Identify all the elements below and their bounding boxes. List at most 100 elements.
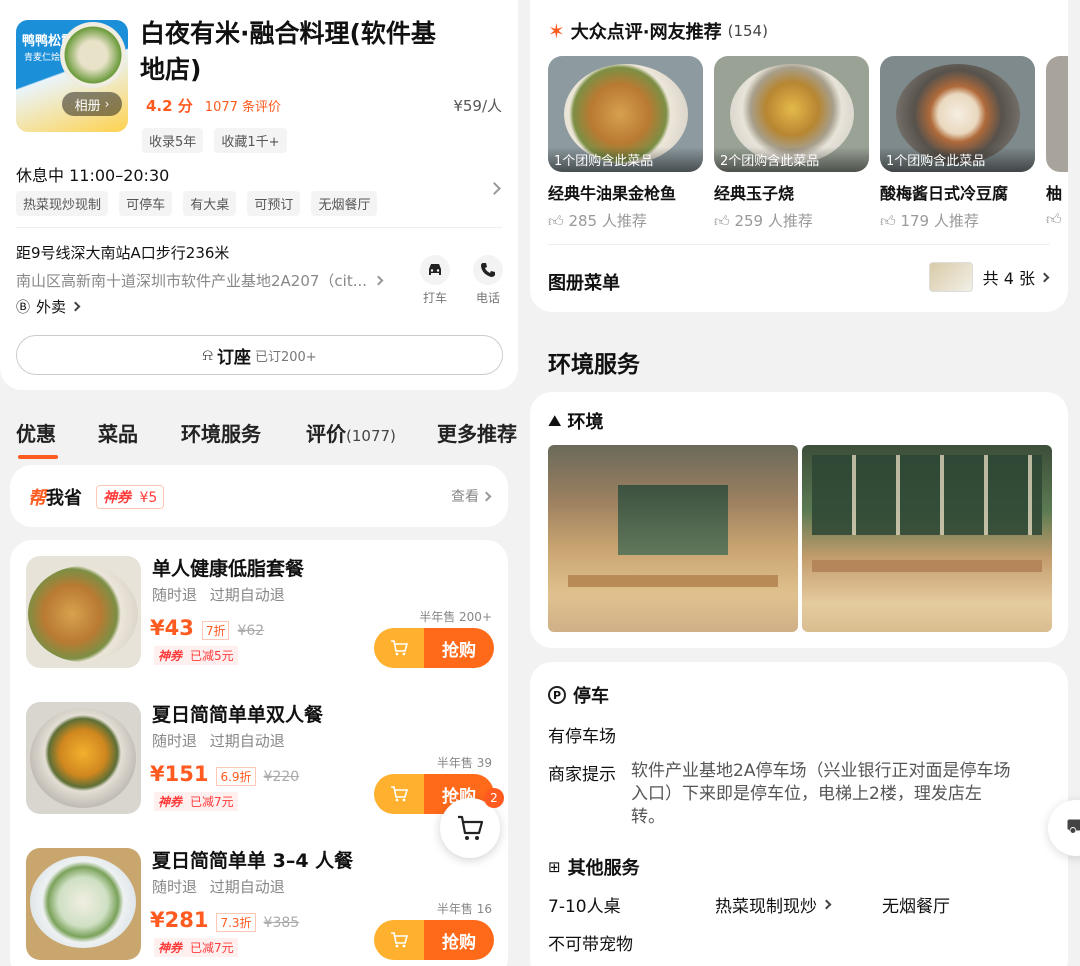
recommended-dish[interactable]: 柚 👍︎ (1046, 56, 1068, 229)
distance-info: 距9号线深大南站A口步行236米 (16, 244, 230, 262)
deal-image (26, 848, 141, 960)
other-services-label: ⊞ 其他服务 (548, 858, 640, 879)
floating-cart-button[interactable]: 2 (440, 788, 504, 858)
feature-tag: 可停车 (119, 191, 173, 216)
recommend-card: ✶ 大众点评·网友推荐 (154) 1个团购含此菜品 经典牛油果金枪鱼 👍︎ 2… (530, 0, 1068, 312)
dish-image: 1个团购含此菜品 (548, 56, 703, 172)
seat-icon: ⍾ (202, 345, 213, 364)
dish-likes: 👍︎ 285 人推荐 (548, 212, 647, 230)
dish-likes: 👍︎ 179 人推荐 (880, 212, 979, 230)
book-seat-button[interactable]: ⍾ 订座 已订200+ (16, 335, 503, 375)
chevron-right-icon[interactable] (488, 182, 501, 195)
service-item: 不可带宠物 (548, 935, 633, 955)
save-title: 帮我省 (28, 488, 82, 509)
service-item: 7-10人桌 (548, 897, 621, 917)
chevron-right-icon (1039, 272, 1050, 282)
deal-image (26, 556, 141, 668)
deals-list: 单人健康低脂套餐 随时退 过期自动退 ¥43 7折 ¥62 神券 已减5元 半年… (10, 540, 508, 966)
divider (548, 244, 1050, 245)
deal-title: 夏日简简单单 3–4 人餐 (152, 850, 354, 872)
feature-tag: 热菜现炒现制 (16, 191, 109, 216)
chevron-right-icon: › (104, 97, 110, 111)
buy-button[interactable]: 抢购 (374, 920, 494, 960)
tab-environment[interactable]: 环境服务 (181, 418, 261, 447)
deal-original-price: ¥385 (263, 915, 300, 931)
environment-photo[interactable] (802, 445, 1052, 632)
dish-caption: 1个团购含此菜品 (880, 147, 1035, 172)
taxi-label: 打车 (422, 291, 447, 305)
opening-hours[interactable]: 休息中 11:00–20:30 (16, 162, 169, 186)
recommended-dish[interactable]: 2个团购含此菜品 经典玉子烧 👍︎ 259 人推荐 (714, 56, 869, 231)
deal-coupon-row: 神券 已减7元 (154, 938, 238, 957)
address[interactable]: 南山区高新南十道深圳市软件产业基地2A207（cit... (16, 270, 384, 291)
car-icon (420, 255, 450, 285)
deal-price-row: ¥43 7折 ¥62 (150, 616, 264, 640)
parking-label: P 停车 (548, 682, 609, 708)
shop-header-card: 鸭鸭松露 青麦仁烩饭 相册 › 白夜有米·融合料理(软件基 地店) 4.2 分 … (0, 0, 518, 390)
section-heading-environment: 环境服务 (548, 352, 640, 378)
cart-icon (374, 628, 424, 668)
rating-row: 4.2 分 1077 条评价 (146, 95, 281, 116)
environment-photo[interactable] (548, 445, 798, 632)
menu-label[interactable]: 图册菜单 (548, 269, 620, 295)
chevron-right-icon (821, 899, 832, 910)
service-item-link[interactable]: 热菜现制现炒 (715, 892, 832, 917)
book-count: 已订200+ (254, 349, 317, 365)
badge-years: 收录5年 (142, 128, 204, 153)
dish-caption: 1个团购含此菜品 (548, 147, 703, 172)
tab-reviews[interactable]: 评价(1077) (306, 418, 396, 447)
tab-deals[interactable]: 优惠 (16, 418, 58, 459)
dish-image: 2个团购含此菜品 (714, 56, 869, 172)
service-item: 无烟餐厅 (882, 897, 950, 917)
recommended-dish[interactable]: 1个团购含此菜品 酸梅酱日式冷豆腐 👍︎ 179 人推荐 (880, 56, 1035, 231)
rating-score: 4.2 分 (146, 97, 193, 115)
buy-button[interactable]: 抢购 (374, 628, 494, 668)
deal-image (26, 702, 141, 814)
active-tab-indicator (18, 455, 58, 459)
price-per-person: ¥59/人 (453, 97, 502, 115)
deal-discount: 7.3折 (216, 913, 256, 932)
chevron-right-icon (70, 301, 81, 312)
deal-discount: 7折 (201, 621, 230, 640)
deal-original-price: ¥220 (263, 769, 300, 785)
deal-item[interactable]: 夏日简简单单 3–4 人餐 随时退 过期自动退 ¥281 7.3折 ¥385 神… (10, 832, 508, 966)
tab-dishes[interactable]: 菜品 (98, 418, 138, 447)
recommend-header[interactable]: ✶ 大众点评·网友推荐 (154) (548, 18, 768, 44)
phone-label: 电话 (475, 291, 500, 305)
cart-icon (458, 815, 484, 840)
deal-item[interactable]: 单人健康低脂套餐 随时退 过期自动退 ¥43 7折 ¥62 神券 已减5元 半年… (10, 540, 508, 686)
feature-tag: 可预订 (247, 191, 301, 216)
deal-sold-count: 半年售 16 (436, 902, 492, 916)
recommended-dish[interactable]: 1个团购含此菜品 经典牛油果金枪鱼 👍︎ 285 人推荐 (548, 56, 703, 231)
takeout-icon: Ⓑ (16, 299, 30, 316)
deal-coupon-row: 神券 已减7元 (154, 792, 238, 811)
album-button[interactable]: 相册 › (62, 92, 122, 116)
deal-original-price: ¥62 (237, 623, 265, 639)
thumbs-up-icon: 👍︎ (1046, 210, 1062, 228)
save-badge: 神券 ¥5 (96, 485, 165, 509)
deal-refund: 随时退 过期自动退 (152, 878, 285, 896)
tab-more[interactable]: 更多推荐 (437, 418, 517, 447)
cart-count-badge: 2 (484, 788, 504, 808)
deal-discount: 6.9折 (216, 767, 256, 786)
menu-link[interactable]: 共 4 张 (928, 262, 1050, 292)
cart-icon (374, 774, 424, 814)
dish-image: 1个团购含此菜品 (880, 56, 1035, 172)
takeout-link[interactable]: Ⓑ 外卖 (16, 296, 81, 317)
services-card: P 停车 有停车场 商家提示 软件产业基地2A停车场（兴业银行正对面是停车场 入… (530, 662, 1068, 966)
taxi-button[interactable]: 打车 (415, 255, 455, 306)
menu-thumbnail (928, 262, 973, 292)
deal-item[interactable]: 夏日简简单单双人餐 随时退 过期自动退 ¥151 6.9折 ¥220 神券 已减… (10, 686, 508, 832)
shop-thumbnail[interactable]: 鸭鸭松露 青麦仁烩饭 相册 › (16, 20, 128, 132)
phone-button[interactable]: 电话 (468, 255, 508, 306)
environment-card: ⛰ 环境 (530, 392, 1068, 648)
save-card[interactable]: 帮我省 神券 ¥5 查看 (10, 465, 508, 527)
thumb-dish-image (60, 22, 126, 88)
phone-icon (473, 255, 503, 285)
review-count[interactable]: 1077 条评价 (205, 96, 281, 115)
divider (16, 227, 502, 228)
save-view-link[interactable]: 查看 (451, 486, 492, 506)
dish-likes: 👍︎ 259 人推荐 (714, 212, 813, 230)
dish-name: 酸梅酱日式冷豆腐 (880, 184, 1009, 203)
chevron-right-icon (373, 275, 384, 286)
